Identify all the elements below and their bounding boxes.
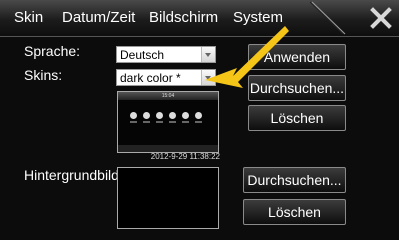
settings-screen: Skin Datum/Zeit Bildschirm System Sprach…	[0, 0, 399, 240]
sprache-label: Sprache:	[24, 43, 81, 59]
tab-system[interactable]: System	[233, 9, 283, 26]
preview-bluetooth-icon	[169, 112, 176, 119]
preview-disc-icon	[130, 112, 137, 119]
top-tab-bar: Skin Datum/Zeit Bildschirm System	[0, 0, 399, 37]
tab-divider	[309, 1, 346, 35]
chevron-down-icon[interactable]	[201, 70, 215, 85]
skin-preview: 15:04	[117, 91, 219, 153]
sprache-value: Deutsch	[120, 48, 165, 62]
skins-label: Skins:	[24, 67, 63, 83]
preview-radio-icon	[182, 112, 189, 119]
preview-status-bar	[118, 145, 218, 152]
durchsuchen-skin-button[interactable]: Durchsuchen...	[248, 75, 346, 101]
durchsuchen-bg-button[interactable]: Durchsuchen...	[243, 167, 346, 193]
anwenden-button[interactable]: Anwenden	[248, 44, 346, 70]
close-icon[interactable]	[368, 6, 394, 30]
hintergrundbild-label: Hintergrundbild:	[24, 167, 123, 183]
loeschen-bg-button[interactable]: Löschen	[243, 199, 346, 225]
tab-skin[interactable]: Skin	[14, 9, 43, 26]
preview-settings-icon	[195, 112, 202, 119]
chevron-down-icon[interactable]	[201, 47, 215, 62]
background-image-preview	[117, 167, 219, 229]
preview-video-icon	[156, 112, 163, 119]
preview-clock: 15:04	[118, 92, 218, 100]
tab-bildschirm[interactable]: Bildschirm	[149, 9, 218, 26]
tab-datum-zeit[interactable]: Datum/Zeit	[62, 9, 135, 26]
loeschen-skin-button[interactable]: Löschen	[248, 105, 346, 131]
sprache-select[interactable]: Deutsch	[116, 46, 216, 63]
preview-music-icon	[143, 112, 150, 119]
preview-timestamp: 2012-9-29 11:38:22	[150, 152, 220, 161]
skins-select[interactable]: dark color *	[116, 69, 216, 86]
skins-value: dark color *	[120, 71, 181, 85]
